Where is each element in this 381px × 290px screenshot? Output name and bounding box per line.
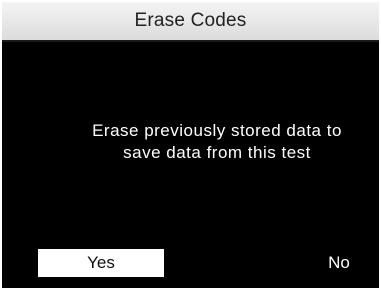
device-screen: Erase Codes Erase previously stored data… xyxy=(2,2,379,288)
no-button[interactable]: No xyxy=(300,249,378,277)
yes-button[interactable]: Yes xyxy=(38,249,164,277)
confirmation-message: Erase previously stored data to save dat… xyxy=(62,120,372,164)
title-bar: Erase Codes xyxy=(2,2,379,42)
message-line-1: Erase previously stored data to xyxy=(92,121,342,140)
message-line-2: save data from this test xyxy=(123,143,311,162)
page-title: Erase Codes xyxy=(134,10,247,31)
